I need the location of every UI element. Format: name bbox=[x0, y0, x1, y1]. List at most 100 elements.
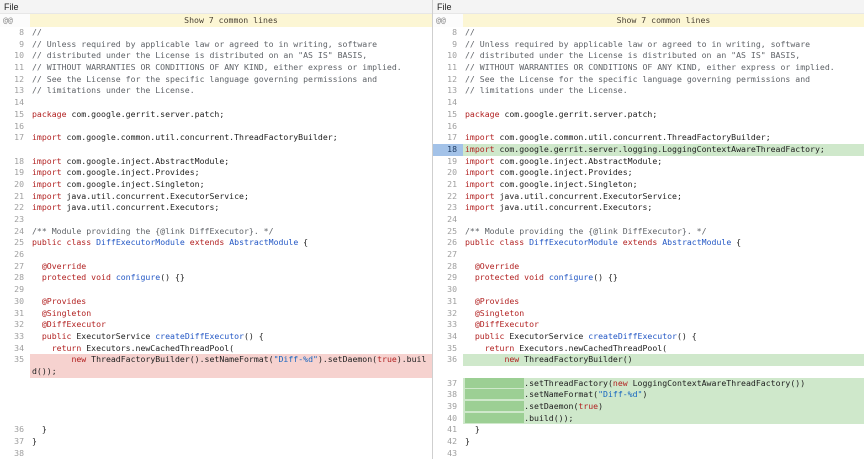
line-number[interactable]: 21 bbox=[433, 179, 463, 191]
line-number[interactable]: 33 bbox=[433, 319, 463, 331]
line-number[interactable]: 40 bbox=[433, 413, 463, 425]
code-segment: // See the License for the specific lang… bbox=[32, 74, 377, 84]
line-number[interactable]: 16 bbox=[433, 121, 463, 133]
line-number[interactable]: 21 bbox=[0, 191, 30, 203]
code-line: @Singleton bbox=[463, 308, 864, 320]
code-segment: @Provides bbox=[42, 296, 86, 306]
code-segment: @DiffExecutor bbox=[475, 319, 539, 329]
line-number[interactable]: 30 bbox=[433, 284, 463, 296]
line-number[interactable]: 11 bbox=[433, 62, 463, 74]
line-number[interactable]: 18 bbox=[433, 144, 463, 156]
code-line: package com.google.gerrit.server.patch; bbox=[30, 109, 432, 121]
diff-row: 20import com.google.inject.Provides; bbox=[433, 167, 864, 179]
line-number[interactable]: 27 bbox=[433, 249, 463, 261]
line-number[interactable]: 8 bbox=[0, 27, 30, 39]
code-line: @DiffExecutor bbox=[30, 319, 432, 331]
line-number[interactable]: 25 bbox=[433, 226, 463, 238]
code-segment: } bbox=[32, 424, 47, 434]
code-segment: ).setDaemon( bbox=[318, 354, 377, 364]
line-number[interactable]: 43 bbox=[433, 448, 463, 460]
line-number[interactable]: 15 bbox=[0, 109, 30, 121]
line-number[interactable]: 10 bbox=[0, 50, 30, 62]
diff-row: 11// WITHOUT WARRANTIES OR CONDITIONS OF… bbox=[0, 62, 432, 74]
diff-row: 37 .setThreadFactory(new LoggingContextA… bbox=[433, 378, 864, 390]
line-number[interactable]: 33 bbox=[0, 331, 30, 343]
code-segment: import bbox=[465, 156, 495, 166]
line-number[interactable]: 15 bbox=[433, 109, 463, 121]
line-number[interactable]: 22 bbox=[433, 191, 463, 203]
line-number[interactable]: 28 bbox=[0, 272, 30, 284]
line-number[interactable] bbox=[0, 413, 30, 425]
line-number[interactable]: 26 bbox=[0, 249, 30, 261]
line-number[interactable]: 24 bbox=[0, 226, 30, 238]
line-number[interactable]: 13 bbox=[433, 85, 463, 97]
code-segment: // WITHOUT WARRANTIES OR CONDITIONS OF A… bbox=[32, 62, 402, 72]
show-common-lines-button[interactable]: Show 7 common lines bbox=[463, 14, 864, 27]
line-number[interactable]: 20 bbox=[0, 179, 30, 191]
line-number[interactable]: 29 bbox=[433, 272, 463, 284]
line-number[interactable]: 36 bbox=[433, 354, 463, 366]
diff-row: 42} bbox=[433, 436, 864, 448]
code-line bbox=[463, 97, 864, 109]
line-number[interactable] bbox=[0, 144, 30, 156]
line-number[interactable]: 8 bbox=[433, 27, 463, 39]
line-number[interactable]: 42 bbox=[433, 436, 463, 448]
line-number[interactable]: 32 bbox=[0, 319, 30, 331]
code-line bbox=[30, 401, 432, 413]
line-number[interactable]: 31 bbox=[0, 308, 30, 320]
line-number[interactable]: 39 bbox=[433, 401, 463, 413]
line-number[interactable]: 13 bbox=[0, 85, 30, 97]
code-segment: @Override bbox=[42, 261, 86, 271]
line-number[interactable]: 24 bbox=[433, 214, 463, 226]
line-number[interactable]: 10 bbox=[433, 50, 463, 62]
line-number[interactable]: 17 bbox=[433, 132, 463, 144]
line-number[interactable]: 37 bbox=[0, 436, 30, 448]
line-number[interactable]: 9 bbox=[433, 39, 463, 51]
line-number[interactable] bbox=[0, 366, 30, 378]
line-number[interactable]: 22 bbox=[0, 202, 30, 214]
line-number[interactable] bbox=[0, 389, 30, 401]
line-number[interactable]: 23 bbox=[0, 214, 30, 226]
line-number[interactable]: 19 bbox=[433, 156, 463, 168]
file-header: File bbox=[433, 0, 864, 14]
code-segment: com.google.inject.Singleton; bbox=[495, 179, 638, 189]
code-segment: extends bbox=[623, 237, 658, 247]
line-number[interactable]: 12 bbox=[433, 74, 463, 86]
line-number[interactable]: 35 bbox=[433, 343, 463, 355]
line-number[interactable]: 25 bbox=[0, 237, 30, 249]
line-number[interactable]: 38 bbox=[0, 448, 30, 460]
line-number[interactable]: 30 bbox=[0, 296, 30, 308]
line-number[interactable]: 37 bbox=[433, 378, 463, 390]
line-number[interactable]: 26 bbox=[433, 237, 463, 249]
line-number[interactable]: 32 bbox=[433, 308, 463, 320]
code-line bbox=[30, 97, 432, 109]
show-common-lines-button[interactable]: Show 7 common lines bbox=[30, 14, 432, 27]
line-number[interactable]: 20 bbox=[433, 167, 463, 179]
line-number[interactable]: 38 bbox=[433, 389, 463, 401]
line-number[interactable]: 9 bbox=[0, 39, 30, 51]
line-number[interactable]: 17 bbox=[0, 132, 30, 144]
line-number[interactable]: 14 bbox=[433, 97, 463, 109]
line-number[interactable]: 31 bbox=[433, 296, 463, 308]
line-number[interactable]: 19 bbox=[0, 167, 30, 179]
line-number[interactable]: 27 bbox=[0, 261, 30, 273]
line-number[interactable] bbox=[0, 378, 30, 390]
line-number[interactable]: 23 bbox=[433, 202, 463, 214]
line-number[interactable]: 18 bbox=[0, 156, 30, 168]
line-number[interactable]: 11 bbox=[0, 62, 30, 74]
line-number[interactable] bbox=[0, 401, 30, 413]
line-number[interactable]: 34 bbox=[433, 331, 463, 343]
code-segment: () { bbox=[244, 331, 264, 341]
line-number[interactable]: 29 bbox=[0, 284, 30, 296]
line-number[interactable]: 12 bbox=[0, 74, 30, 86]
code-line: @Provides bbox=[463, 296, 864, 308]
line-number[interactable]: 16 bbox=[0, 121, 30, 133]
line-number[interactable]: 34 bbox=[0, 343, 30, 355]
line-number[interactable]: 36 bbox=[0, 424, 30, 436]
line-number[interactable]: 35 bbox=[0, 354, 30, 366]
diff-row: 11// WITHOUT WARRANTIES OR CONDITIONS OF… bbox=[433, 62, 864, 74]
line-number[interactable] bbox=[433, 366, 463, 378]
line-number[interactable]: 14 bbox=[0, 97, 30, 109]
line-number[interactable]: 28 bbox=[433, 261, 463, 273]
line-number[interactable]: 41 bbox=[433, 424, 463, 436]
